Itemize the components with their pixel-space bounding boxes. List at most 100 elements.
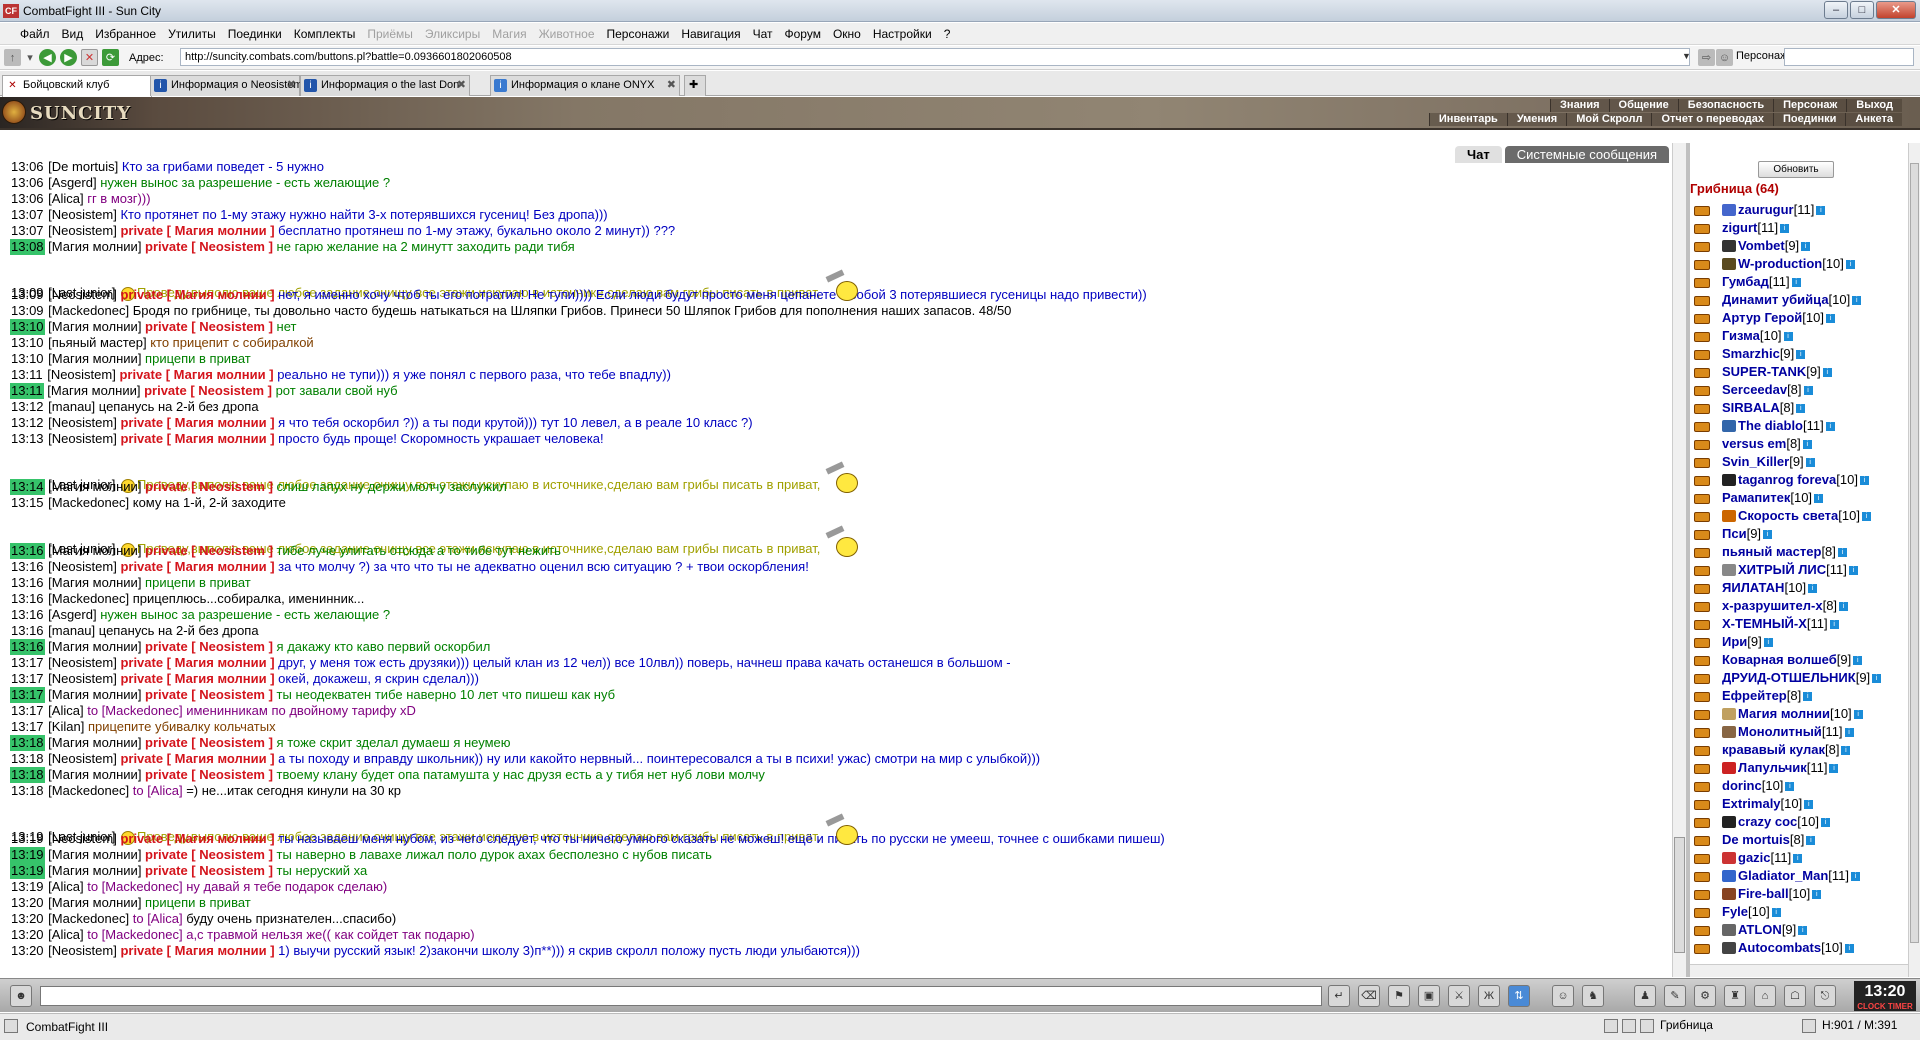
private-hand-icon[interactable] bbox=[1694, 618, 1712, 630]
save-icon[interactable]: ▣ bbox=[1418, 985, 1440, 1007]
message-time[interactable]: 13:18 bbox=[10, 735, 45, 751]
user-name[interactable]: Ири bbox=[1722, 633, 1747, 651]
private-target[interactable]: Neosistem bbox=[199, 687, 265, 702]
message-nick[interactable]: Neosistem bbox=[52, 223, 113, 238]
private-target[interactable]: Neosistem bbox=[199, 639, 265, 654]
user-name[interactable]: Gladiator_Man bbox=[1738, 867, 1828, 885]
minimize-button[interactable]: – bbox=[1824, 1, 1848, 19]
user-name[interactable]: De mortuis bbox=[1722, 831, 1790, 849]
user-list-item[interactable]: Fire-ball [10] i bbox=[1690, 885, 1908, 903]
message-nick[interactable]: Магия молнии bbox=[52, 319, 138, 334]
message-nick[interactable]: Neosistem bbox=[52, 287, 113, 302]
private-hand-icon[interactable] bbox=[1694, 564, 1712, 576]
sword-icon[interactable]: ⚔ bbox=[1448, 985, 1470, 1007]
user-list-item[interactable]: ЯИЛАТАН [10] i bbox=[1690, 579, 1908, 597]
menu-item[interactable]: Животное bbox=[533, 24, 601, 44]
user-name[interactable]: Рамапитек bbox=[1722, 489, 1790, 507]
user-list-item[interactable]: Ефрейтер [8] i bbox=[1690, 687, 1908, 705]
private-hand-icon[interactable] bbox=[1694, 240, 1712, 252]
exit-icon[interactable]: ⎋ bbox=[1814, 985, 1836, 1007]
private-prefix[interactable]: private [ Neosistem ] bbox=[145, 319, 277, 334]
private-target[interactable]: Магия молнии bbox=[175, 559, 267, 574]
user-info-icon[interactable]: i bbox=[1852, 295, 1862, 305]
user-info-icon[interactable]: i bbox=[1783, 331, 1793, 341]
user-info-icon[interactable]: i bbox=[1816, 205, 1826, 215]
user-name[interactable]: SUPER-TANK bbox=[1722, 363, 1806, 381]
user-list-item[interactable]: SUPER-TANK [9] i bbox=[1690, 363, 1908, 381]
user-info-icon[interactable]: i bbox=[1848, 565, 1858, 575]
message-time[interactable]: 13:10 bbox=[10, 351, 45, 367]
user-info-icon[interactable]: i bbox=[1872, 673, 1882, 683]
user-info-icon[interactable]: i bbox=[1804, 799, 1814, 809]
user-name[interactable]: пьяный мастер bbox=[1722, 543, 1821, 561]
message-time[interactable]: 13:12 bbox=[10, 399, 45, 415]
private-target[interactable]: Магия молнии bbox=[175, 655, 267, 670]
message-time[interactable]: 13:11 bbox=[10, 367, 44, 383]
close-button[interactable]: ✕ bbox=[1876, 1, 1916, 19]
private-target[interactable]: Neosistem bbox=[199, 847, 265, 862]
panel-scroll-thumb[interactable] bbox=[1910, 163, 1919, 943]
chat-input[interactable] bbox=[40, 986, 1322, 1006]
message-nick[interactable]: Магия молнии bbox=[52, 543, 138, 558]
message-nick[interactable]: Neosistem bbox=[52, 671, 113, 686]
user-name[interactable]: Магия молнии bbox=[1738, 705, 1830, 723]
user-info-icon[interactable]: i bbox=[1805, 457, 1815, 467]
user-info-icon[interactable]: i bbox=[1793, 853, 1803, 863]
private-hand-icon[interactable] bbox=[1694, 492, 1712, 504]
message-time[interactable]: 13:09 bbox=[10, 287, 45, 303]
menu-item[interactable]: Форум bbox=[779, 24, 827, 44]
menu-item[interactable]: Утилиты bbox=[162, 24, 222, 44]
user-name[interactable]: x-разрушител-x bbox=[1722, 597, 1823, 615]
header-link[interactable]: Отчет о переводах bbox=[1651, 113, 1774, 126]
tab-close-icon[interactable]: ✖ bbox=[667, 76, 676, 95]
message-time[interactable]: 13:16 bbox=[10, 623, 45, 639]
private-target[interactable]: Neosistem bbox=[199, 319, 265, 334]
message-recipient[interactable]: to [Mackedonec] bbox=[87, 879, 182, 894]
clear-icon[interactable]: ⌫ bbox=[1358, 985, 1380, 1007]
message-time[interactable]: 13:19 bbox=[10, 863, 45, 879]
new-tab-button[interactable]: ✚ bbox=[684, 75, 706, 96]
private-prefix[interactable]: private [ Магия молнии ] bbox=[120, 415, 278, 430]
user-info-icon[interactable]: i bbox=[1812, 889, 1822, 899]
user-name[interactable]: Smarzhic bbox=[1722, 345, 1780, 363]
user-name[interactable]: crazy coc bbox=[1738, 813, 1797, 831]
user-info-icon[interactable]: i bbox=[1851, 871, 1861, 881]
persons-icon[interactable]: ☺ bbox=[1716, 49, 1733, 66]
persona-select[interactable] bbox=[1784, 48, 1914, 66]
user-name[interactable]: ЯИЛАТАН bbox=[1722, 579, 1784, 597]
user-list-item[interactable]: zigurt [11] i bbox=[1690, 219, 1908, 237]
menu-item[interactable]: Магия bbox=[486, 24, 532, 44]
user-info-icon[interactable]: i bbox=[1798, 925, 1808, 935]
menu-item[interactable]: Настройки bbox=[867, 24, 938, 44]
smile-icon[interactable]: ☺ bbox=[1552, 985, 1574, 1007]
message-recipient[interactable]: to [Alica] bbox=[133, 783, 183, 798]
message-time[interactable]: 13:06 bbox=[10, 159, 45, 175]
user-info-icon[interactable]: i bbox=[1806, 835, 1816, 845]
up-icon[interactable]: ↑ bbox=[4, 49, 21, 66]
lock-icon[interactable]: ⌂ bbox=[1754, 985, 1776, 1007]
user-name[interactable]: W-production bbox=[1738, 255, 1822, 273]
chat-tab[interactable]: Системные сообщения bbox=[1504, 146, 1670, 163]
message-nick[interactable]: Neosistem bbox=[51, 367, 112, 382]
user-name[interactable]: zaurugur bbox=[1738, 201, 1794, 219]
private-target[interactable]: Магия молнии bbox=[175, 223, 267, 238]
message-time[interactable]: 13:17 bbox=[10, 719, 45, 735]
header-link[interactable]: Мой Скролл bbox=[1566, 113, 1652, 126]
send-icon[interactable]: ↵ bbox=[1328, 985, 1350, 1007]
private-hand-icon[interactable] bbox=[1694, 600, 1712, 612]
user-info-icon[interactable]: i bbox=[1763, 637, 1773, 647]
message-time[interactable]: 13:07 bbox=[10, 223, 45, 239]
message-nick[interactable]: Mackedonec bbox=[52, 591, 126, 606]
user-name[interactable]: Динамит убийца bbox=[1722, 291, 1829, 309]
tab[interactable]: i Информация о the last Don ✖ bbox=[300, 75, 470, 96]
user-info-icon[interactable]: i bbox=[1814, 493, 1824, 503]
message-nick[interactable]: Магия молнии bbox=[52, 735, 138, 750]
private-prefix[interactable]: private [ Магия молнии ] bbox=[120, 431, 278, 446]
private-hand-icon[interactable] bbox=[1694, 780, 1712, 792]
message-time[interactable]: 13:18 bbox=[10, 751, 45, 767]
user-list-item[interactable]: SIRBALA [8] i bbox=[1690, 399, 1908, 417]
private-prefix[interactable]: private [ Neosistem ] bbox=[145, 735, 277, 750]
message-time[interactable]: 13:17 bbox=[10, 703, 45, 719]
private-target[interactable]: Магия молнии bbox=[175, 415, 267, 430]
header-link[interactable]: Знания bbox=[1550, 99, 1609, 112]
